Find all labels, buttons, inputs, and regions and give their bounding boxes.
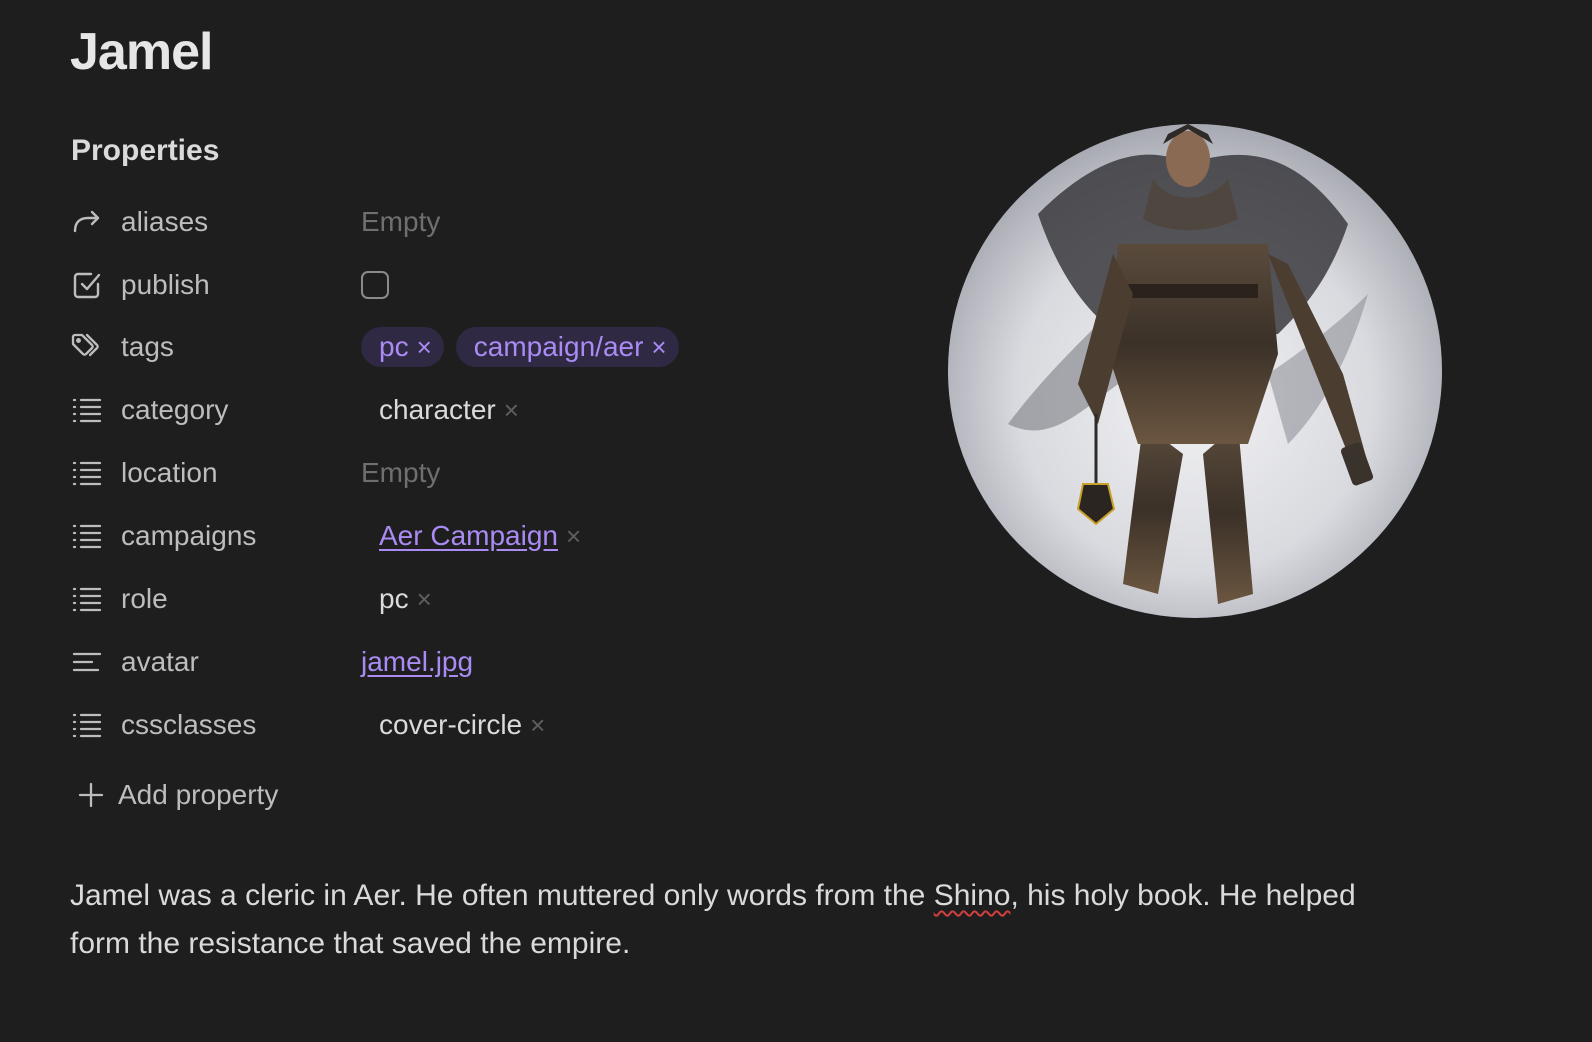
tag-pill[interactable]: campaign/aer ×: [455, 327, 679, 367]
tag-label: campaign/aer: [473, 331, 644, 362]
publish-checkbox[interactable]: [361, 271, 389, 299]
list-value-item: Aer Campaign ×: [361, 520, 581, 552]
property-name: campaigns: [121, 520, 257, 551]
property-row-cssclasses: cssclasses cover-circle ×: [70, 700, 870, 750]
property-key-publish[interactable]: publish: [70, 260, 361, 310]
list-value-label: cover-circle: [379, 709, 523, 740]
avatar-file-link[interactable]: jamel.jpg: [361, 646, 473, 678]
body-text-part: Jamel was a cleric in Aer. He often mutt…: [70, 879, 934, 912]
arrow-forward-icon: [70, 205, 104, 239]
property-value-publish: [361, 271, 389, 299]
list-icon: [70, 456, 104, 490]
property-name: category: [121, 394, 229, 425]
list-value-item[interactable]: character ×: [361, 394, 519, 426]
property-key-location[interactable]: location: [70, 448, 361, 498]
property-value-campaigns: Aer Campaign ×: [361, 520, 581, 552]
list-value-item[interactable]: cover-circle ×: [361, 709, 545, 741]
property-key-cssclasses[interactable]: cssclasses: [70, 700, 361, 750]
property-key-aliases[interactable]: aliases: [70, 197, 361, 247]
remove-tag-icon[interactable]: ×: [651, 332, 666, 363]
empty-placeholder: Empty: [361, 206, 441, 237]
note-title[interactable]: Jamel: [70, 22, 213, 82]
property-value-aliases[interactable]: Empty: [361, 206, 440, 238]
property-key-category[interactable]: category: [70, 385, 361, 435]
misspelled-word[interactable]: Shino: [934, 879, 1011, 912]
tags-icon: [70, 330, 104, 364]
property-name: tags: [121, 331, 174, 362]
add-property-button[interactable]: Add property: [76, 772, 278, 818]
tag-label: pc: [379, 331, 409, 362]
property-name: publish: [121, 269, 210, 300]
property-name: aliases: [121, 206, 209, 237]
avatar-image: [948, 124, 1442, 618]
property-row-role: role pc ×: [70, 574, 870, 624]
property-key-role[interactable]: role: [70, 574, 361, 624]
property-row-tags: tags pc × campaign/aer ×: [70, 322, 870, 372]
list-icon: [70, 393, 104, 427]
remove-value-icon[interactable]: ×: [530, 710, 545, 741]
text-lines-icon: [70, 645, 104, 679]
list-icon: [70, 519, 104, 553]
property-row-campaigns: campaigns Aer Campaign ×: [70, 511, 870, 561]
property-value-tags: pc × campaign/aer ×: [361, 327, 691, 367]
list-icon: [70, 582, 104, 616]
remove-value-icon[interactable]: ×: [504, 395, 519, 426]
property-name: location: [121, 457, 218, 488]
property-value-avatar: jamel.jpg: [361, 646, 473, 678]
property-value-cssclasses: cover-circle ×: [361, 709, 545, 741]
property-row-publish: publish: [70, 260, 870, 310]
property-key-avatar[interactable]: avatar: [70, 637, 361, 687]
property-value-location[interactable]: Empty: [361, 457, 440, 489]
properties-heading[interactable]: Properties: [71, 134, 219, 168]
property-row-avatar: avatar jamel.jpg: [70, 637, 870, 687]
campaign-link[interactable]: Aer Campaign: [379, 520, 558, 552]
list-icon: [70, 708, 104, 742]
plus-icon: [78, 782, 104, 808]
note-body-paragraph[interactable]: Jamel was a cleric in Aer. He often mutt…: [70, 872, 1400, 968]
property-row-category: category character ×: [70, 385, 870, 435]
property-row-aliases: aliases Empty: [70, 197, 870, 247]
remove-value-icon[interactable]: ×: [417, 584, 432, 615]
remove-value-icon[interactable]: ×: [566, 521, 581, 552]
list-value-label: pc: [379, 583, 409, 614]
note-view: Jamel Properties aliases Empty publish t…: [0, 0, 1592, 1042]
tag-pill[interactable]: pc ×: [361, 327, 444, 367]
property-name: avatar: [121, 646, 199, 677]
property-value-category: character ×: [361, 394, 519, 426]
property-value-role: pc ×: [361, 583, 432, 615]
empty-placeholder: Empty: [361, 457, 441, 488]
property-key-campaigns[interactable]: campaigns: [70, 511, 361, 561]
add-property-label: Add property: [118, 779, 279, 810]
property-row-location: location Empty: [70, 448, 870, 498]
list-value-item[interactable]: pc ×: [361, 583, 432, 615]
property-key-tags[interactable]: tags: [70, 322, 361, 372]
remove-tag-icon[interactable]: ×: [417, 332, 432, 363]
property-name: cssclasses: [121, 709, 257, 740]
checkbox-checked-icon: [70, 268, 104, 302]
list-value-label: character: [379, 394, 496, 425]
property-name: role: [121, 583, 168, 614]
